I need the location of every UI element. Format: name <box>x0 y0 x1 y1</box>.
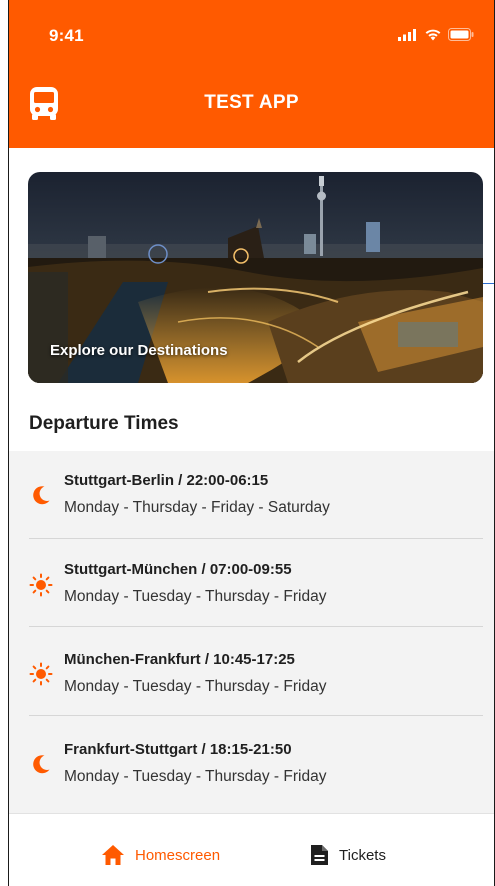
title-row: TEST APP <box>9 86 494 122</box>
app-bar: 9:41 TEST APP <box>9 0 494 148</box>
document-icon <box>311 845 328 865</box>
departure-item[interactable]: Stuttgart-Berlin / 22:00-06:15 Monday - … <box>29 451 483 539</box>
scroll-indicator <box>483 283 494 284</box>
status-icons <box>398 28 474 41</box>
departure-route: Stuttgart-München / 07:00-09:55 <box>64 561 292 578</box>
nav-homescreen-label: Homescreen <box>135 846 221 864</box>
battery-icon <box>448 28 474 41</box>
divider <box>29 626 483 627</box>
hero-caption: Explore our Destinations <box>50 342 228 359</box>
signal-icon <box>398 28 416 41</box>
departures-heading: Departure Times <box>29 413 179 434</box>
destinations-banner[interactable]: Explore our Destinations <box>28 172 483 383</box>
departure-item[interactable]: München-Frankfurt / 10:45-17:25 Monday -… <box>29 628 483 716</box>
divider <box>29 715 483 716</box>
bottom-navigation: Homescreen Tickets <box>9 813 494 886</box>
departure-days: Monday - Tuesday - Thursday - Friday <box>64 768 327 785</box>
app-title: TEST APP <box>204 92 299 113</box>
nav-tickets-label: Tickets <box>339 846 386 864</box>
departure-item[interactable]: Stuttgart-München / 07:00-09:55 Monday -… <box>29 539 483 627</box>
sun-icon <box>29 573 53 597</box>
nav-tickets[interactable]: Tickets <box>309 844 386 866</box>
sun-icon <box>29 662 53 686</box>
phone-screen: 9:41 TEST APP Explore our Destinations D… <box>8 0 495 886</box>
departures-list: Stuttgart-Berlin / 22:00-06:15 Monday - … <box>9 451 494 813</box>
departure-item[interactable]: Frankfurt-Stuttgart / 18:15-21:50 Monday… <box>29 717 483 805</box>
moon-icon <box>33 486 50 505</box>
departure-days: Monday - Thursday - Friday - Saturday <box>64 499 330 516</box>
wifi-icon <box>425 29 441 41</box>
departure-days: Monday - Tuesday - Thursday - Friday <box>64 588 327 605</box>
home-icon <box>102 845 124 865</box>
departure-route: Stuttgart-Berlin / 22:00-06:15 <box>64 472 269 489</box>
departure-route: München-Frankfurt / 10:45-17:25 <box>64 651 295 668</box>
status-time: 9:41 <box>49 26 84 45</box>
departure-days: Monday - Tuesday - Thursday - Friday <box>64 678 327 695</box>
departure-route: Frankfurt-Stuttgart / 18:15-21:50 <box>64 741 292 758</box>
nav-homescreen[interactable]: Homescreen <box>101 844 220 866</box>
moon-icon <box>33 755 50 774</box>
